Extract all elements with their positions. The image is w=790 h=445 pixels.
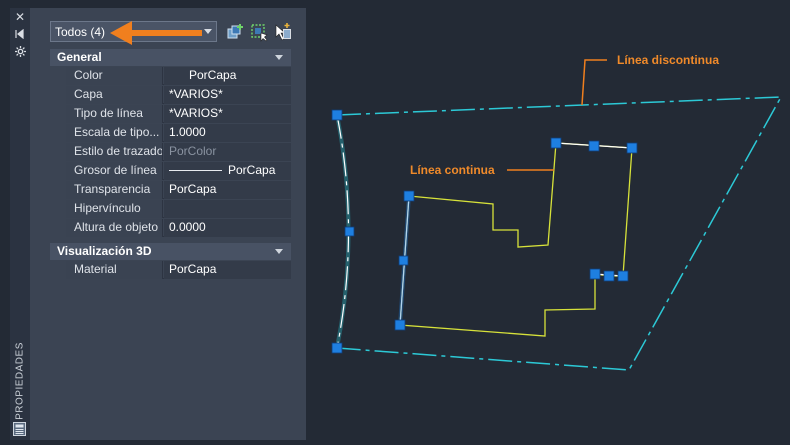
grip-handle [626, 142, 638, 154]
annotation-continuous-line: Línea continua [410, 163, 495, 177]
grip-handle [603, 270, 615, 282]
grip-handle [403, 190, 415, 202]
grip-handle [331, 109, 343, 121]
grips[interactable] [331, 109, 638, 354]
grip-handle [588, 140, 600, 152]
grip-handle [344, 226, 355, 237]
callout-arrow [110, 21, 202, 45]
grip-handle [550, 137, 562, 149]
annotation-dashed-line: Línea discontinua [617, 53, 720, 67]
grip-handle [589, 268, 601, 280]
grip-handle [617, 270, 629, 282]
grip-handle [394, 319, 406, 331]
callout-dashed-leader [581, 59, 607, 106]
grip-handle [398, 255, 409, 266]
grip-handle [331, 342, 343, 354]
